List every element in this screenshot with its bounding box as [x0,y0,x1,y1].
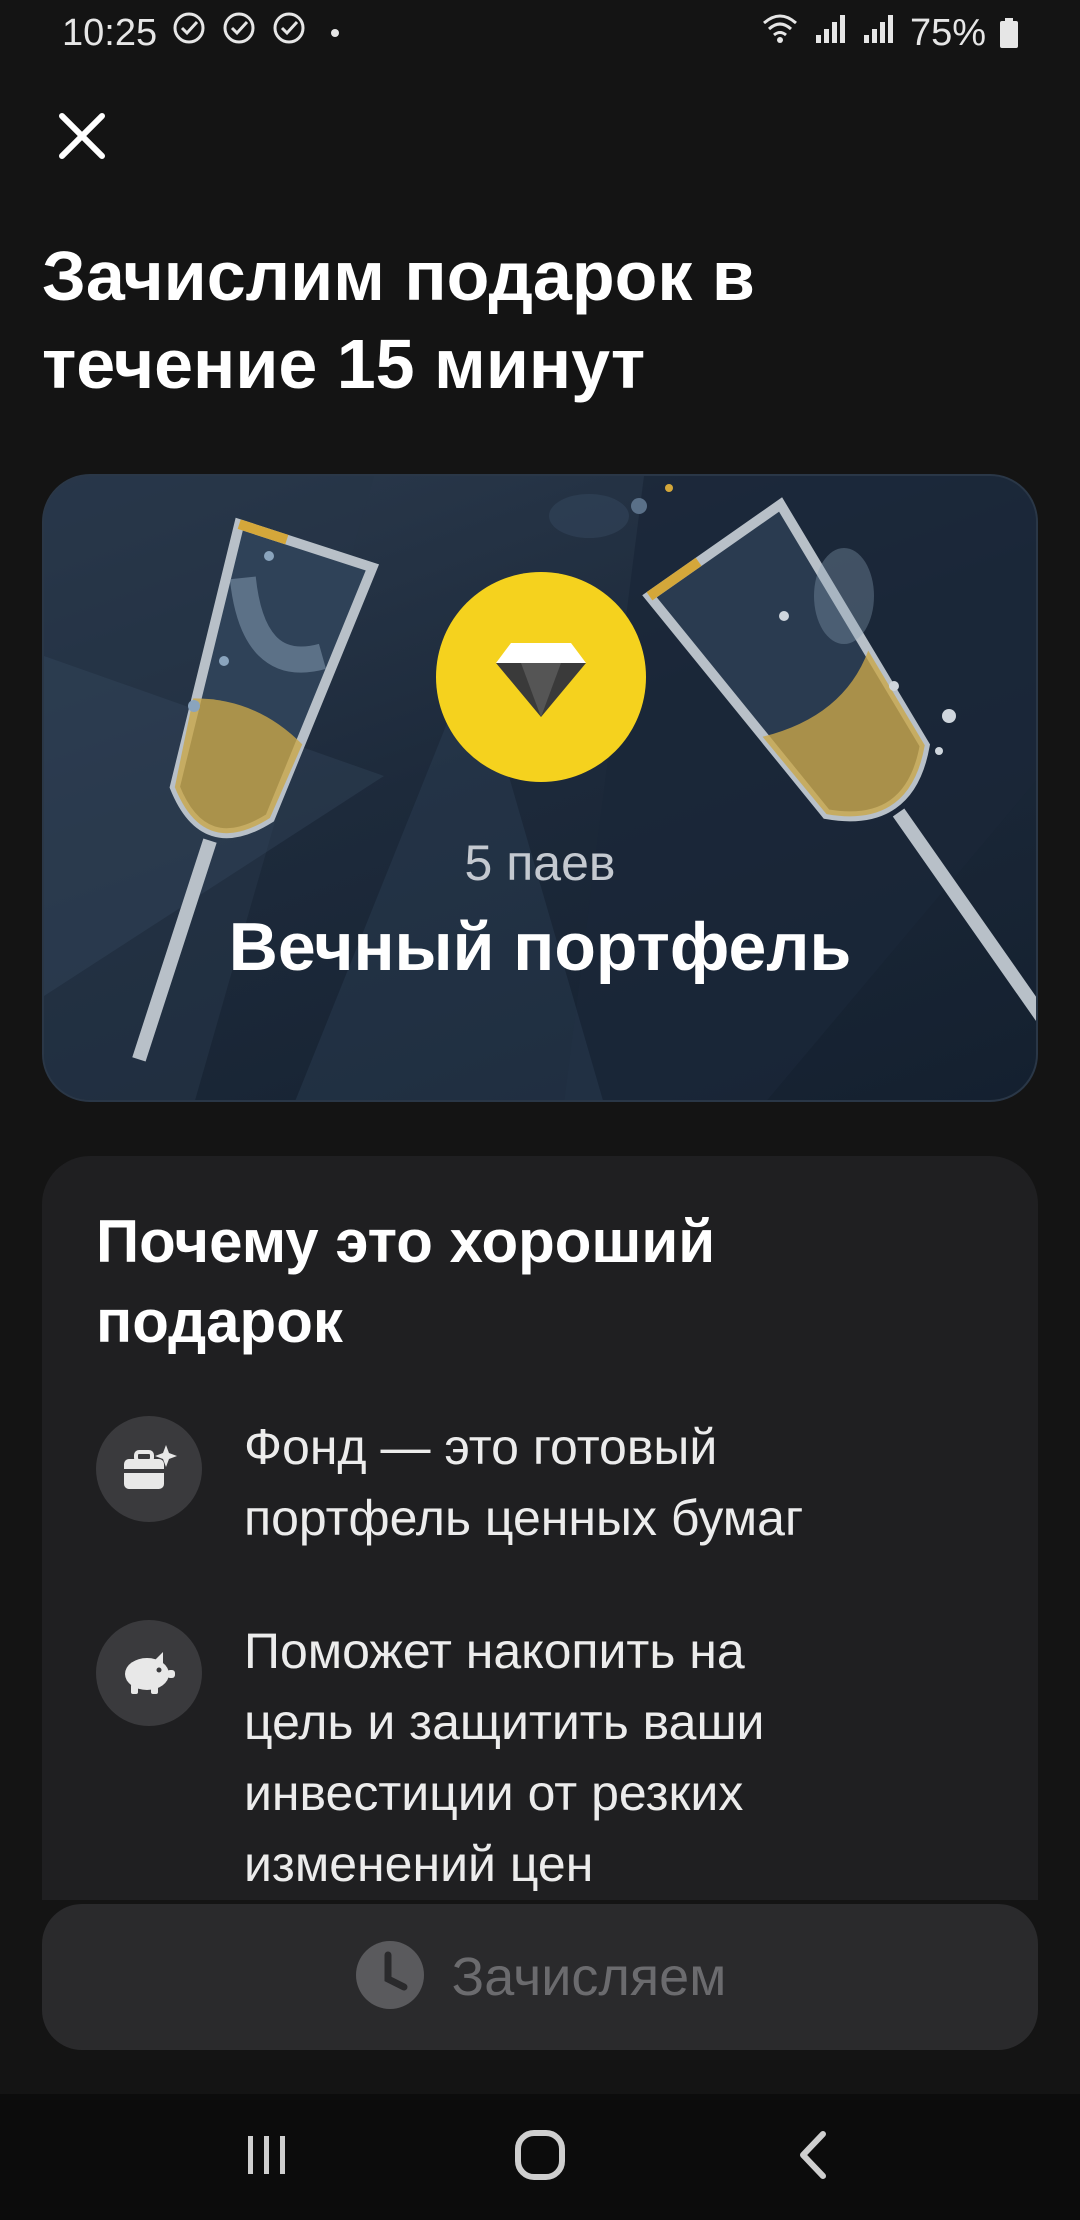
check-circle-icon [221,10,257,56]
notification-dot-icon [331,29,340,37]
crediting-label: Зачисляем [451,1947,727,2007]
reasons-title: Почему это хороший подарок [96,1208,716,1355]
check-circle-icon [271,10,307,56]
check-circle-icon [171,10,207,56]
battery-icon [1000,18,1018,48]
status-right: 75% [760,11,1018,55]
fund-logo [436,572,646,782]
battery-level: 75% [909,11,986,54]
crediting-button[interactable]: Зачисляем [42,1904,1038,2050]
gift-card: 5 паев Вечный портфель [42,474,1038,1102]
gift-name: Вечный портфель [228,909,852,985]
briefcase-sparkle-icon [96,1416,202,1522]
recent-apps-icon [242,2132,292,2183]
clock-icon [354,1939,426,2016]
piggy-bank-icon [96,1620,202,1726]
status-time: 10:25 [62,11,158,54]
page-title: Зачислим подарок в течение 15 минут [42,237,755,403]
signal-icon [814,11,848,55]
back-button[interactable] [753,2107,873,2207]
close-button[interactable] [44,100,120,176]
reason-text: Поможет накопить на цель и защитить ваши… [244,1623,765,1892]
home-icon [513,2128,567,2187]
recent-apps-button[interactable] [207,2107,327,2207]
wifi-icon [760,11,800,55]
champagne-glasses-illustration [44,476,1036,1100]
home-button[interactable] [480,2107,600,2207]
gift-amount: 5 паев [464,835,616,891]
gift-screen: 10:25 75% Зачислим подарок в течение 15 … [0,0,1080,2220]
reason-item: Поможет накопить на цель и защитить ваши… [96,1616,996,1900]
status-bar: 10:25 75% [0,0,1080,66]
signal-icon [862,11,896,55]
close-icon [56,110,108,167]
reason-text: Фонд — это готовый портфель ценных бумаг [244,1419,804,1546]
system-nav-bar [0,2094,1080,2220]
diamond-icon [486,625,596,730]
reason-item: Фонд — это готовый портфель ценных бумаг [96,1412,996,1554]
status-left: 10:25 [62,10,340,56]
back-icon [793,2128,833,2187]
reasons-card: Почему это хороший подарок Фонд — это го… [42,1156,1038,1916]
